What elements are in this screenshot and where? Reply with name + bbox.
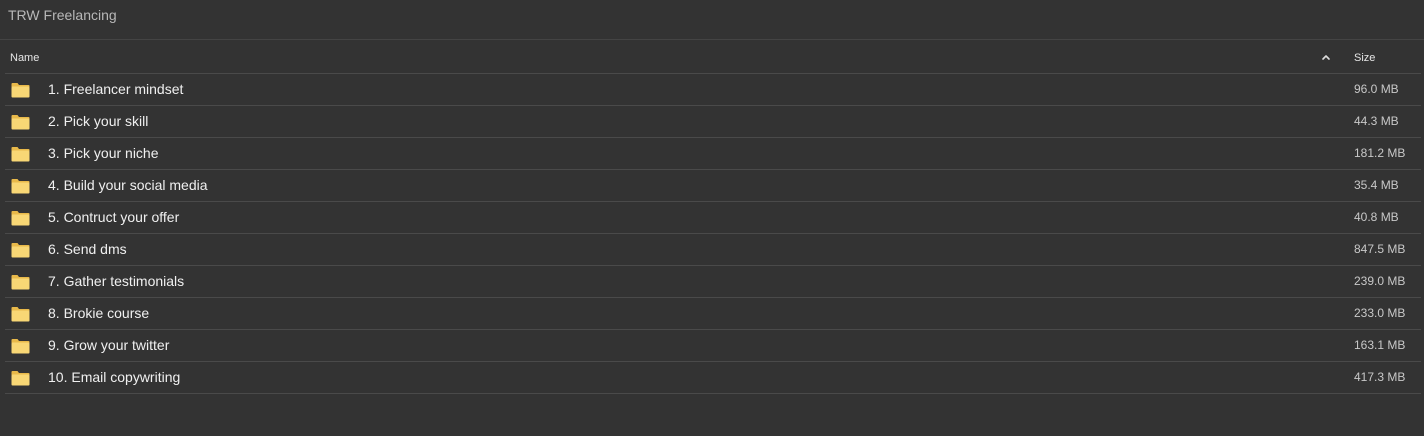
- table-row[interactable]: 3. Pick your niche 181.2 MB: [5, 138, 1421, 170]
- file-name: 7. Gather testimonials: [48, 273, 185, 289]
- file-size: 417.3 MB: [1354, 370, 1406, 384]
- folder-icon: [11, 275, 30, 290]
- table-row[interactable]: 10. Email copywriting 417.3 MB: [5, 362, 1421, 394]
- title-bar: TRW Freelancing: [0, 0, 1424, 40]
- file-name: 10. Email copywriting: [48, 369, 181, 385]
- column-header-name[interactable]: Name: [10, 52, 39, 64]
- file-browser: TRW Freelancing Name Size 1. Freelancer …: [0, 0, 1424, 436]
- table-row[interactable]: 6. Send dms 847.5 MB: [5, 234, 1421, 266]
- folder-icon: [11, 83, 30, 98]
- folder-icon: [11, 115, 30, 130]
- table-row[interactable]: 5. Contruct your offer 40.8 MB: [5, 202, 1421, 234]
- folder-icon: [11, 243, 30, 258]
- file-size: 181.2 MB: [1354, 146, 1406, 160]
- file-name: 4. Build your social media: [48, 177, 208, 193]
- file-name: 6. Send dms: [48, 241, 127, 257]
- file-name: 2. Pick your skill: [48, 113, 149, 129]
- file-size: 239.0 MB: [1354, 274, 1406, 288]
- folder-icon: [11, 211, 30, 226]
- table-body: 1. Freelancer mindset 96.0 MB 2. Pick your…: [5, 74, 1421, 394]
- file-name: 5. Contruct your offer: [48, 209, 180, 225]
- page-title: TRW Freelancing: [8, 7, 117, 23]
- table-row[interactable]: 9. Grow your twitter 163.1 MB: [5, 330, 1421, 362]
- file-table: Name Size 1. Freelancer mindset 96.0 MB 2.…: [5, 42, 1421, 394]
- table-row[interactable]: 8. Brokie course 233.0 MB: [5, 298, 1421, 330]
- table-row[interactable]: 1. Freelancer mindset 96.0 MB: [5, 74, 1421, 106]
- folder-icon: [11, 147, 30, 162]
- table-header: Name Size: [5, 42, 1421, 74]
- file-size: 233.0 MB: [1354, 306, 1406, 320]
- file-size: 96.0 MB: [1354, 82, 1399, 96]
- file-size: 163.1 MB: [1354, 338, 1406, 352]
- chevron-up-icon[interactable]: [1321, 52, 1331, 62]
- file-size: 847.5 MB: [1354, 242, 1406, 256]
- file-size: 35.4 MB: [1354, 178, 1399, 192]
- table-row[interactable]: 4. Build your social media 35.4 MB: [5, 170, 1421, 202]
- folder-icon: [11, 307, 30, 322]
- file-name: 3. Pick your niche: [48, 145, 159, 161]
- folder-icon: [11, 179, 30, 194]
- file-name: 8. Brokie course: [48, 305, 150, 321]
- file-size: 40.8 MB: [1354, 210, 1399, 224]
- file-size: 44.3 MB: [1354, 114, 1399, 128]
- table-row[interactable]: 2. Pick your skill 44.3 MB: [5, 106, 1421, 138]
- file-name: 1. Freelancer mindset: [48, 81, 184, 97]
- folder-icon: [11, 339, 30, 354]
- folder-icon: [11, 371, 30, 386]
- file-name: 9. Grow your twitter: [48, 337, 170, 353]
- column-header-size[interactable]: Size: [1354, 52, 1375, 64]
- table-row[interactable]: 7. Gather testimonials 239.0 MB: [5, 266, 1421, 298]
